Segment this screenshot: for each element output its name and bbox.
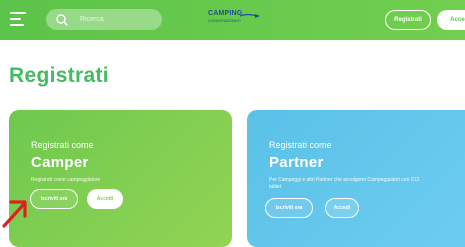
search-bar[interactable] — [46, 9, 162, 30]
card-title: Partner — [269, 154, 324, 171]
page-title: Registrati — [9, 64, 109, 87]
card-subtitle: Registrati come — [269, 140, 332, 150]
search-icon — [56, 13, 68, 26]
partner-signup-button[interactable]: Iscriviti ora — [265, 198, 313, 218]
top-header: CAMPING CONVENZIONATI Registrati Accedi — [0, 0, 465, 40]
camper-register-card: Registrati come Camper Registrati come c… — [9, 110, 232, 247]
header-register-button[interactable]: Registrati — [385, 10, 431, 30]
partner-register-card: Registrati come Partner Per Campeggi e a… — [247, 110, 465, 247]
card-description: Registrati come campeggiatore — [31, 177, 101, 183]
card-description: Per Campeggi e altri Partner che accolgo… — [269, 177, 420, 190]
header-login-button[interactable]: Accedi — [437, 10, 465, 30]
logo[interactable]: CAMPING CONVENZIONATI — [208, 10, 264, 32]
red-arrow-icon — [2, 200, 27, 228]
card-title: Camper — [31, 154, 89, 171]
partner-login-button[interactable]: Accedi — [325, 198, 359, 218]
hamburger-menu-icon[interactable] — [10, 12, 26, 26]
logo-arrow-icon — [239, 13, 260, 18]
camper-signup-button[interactable]: Iscriviti ora — [30, 189, 78, 209]
card-subtitle: Registrati come — [31, 140, 94, 150]
camper-login-button[interactable]: Accedi — [87, 189, 123, 209]
search-input[interactable] — [80, 16, 160, 23]
